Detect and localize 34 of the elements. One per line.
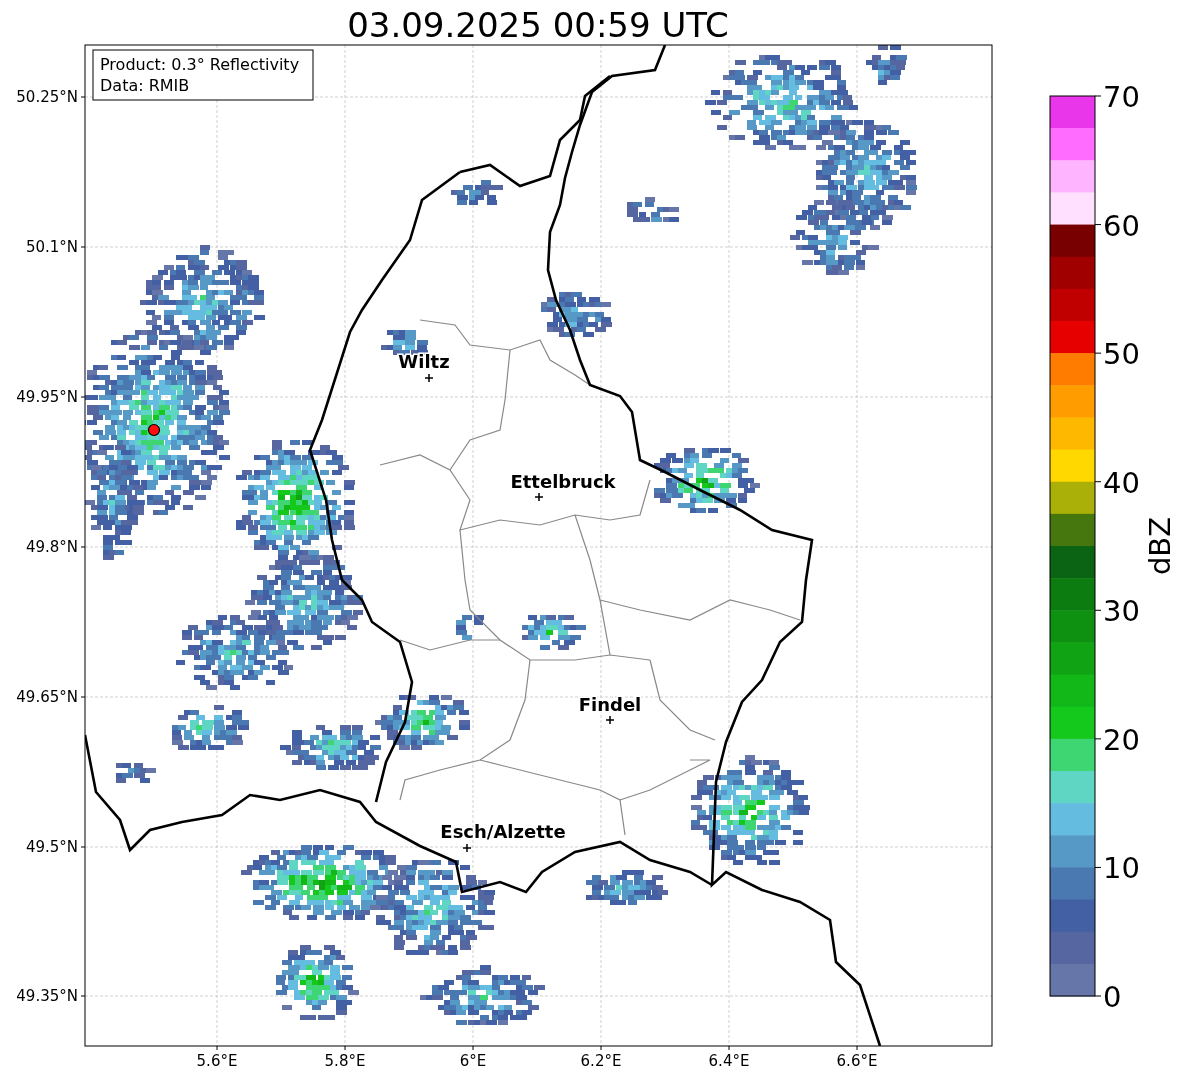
city-marker-icon [534,492,544,502]
axis-tick-label: 6°E [459,1052,487,1070]
info-text: Data: RMIB [100,76,190,95]
axis-tick-label: 49.5°N [25,838,78,856]
axis-tick-label: 49.95°N [16,388,78,406]
colorbar-tick-label: 70 [1103,80,1140,114]
city-label: Esch/Alzette [440,821,566,842]
city-marker-icon [424,373,434,383]
axis-tick-label: 50.1°N [25,238,78,256]
axis-tick-label: 5.8°E [324,1052,366,1070]
chart-title: 03.09.2025 00:59 UTC [347,5,729,45]
colorbar-tick-label: 20 [1103,722,1140,757]
axis-tick-label: 49.8°N [25,538,78,556]
colorbar-tick-label: 60 [1103,208,1140,243]
axis-tick-label: 6.6°E [836,1052,878,1070]
axis-tick-label: 6.2°E [580,1052,622,1070]
colorbar-tick-label: 10 [1103,851,1140,886]
city-label: Wiltz [398,351,450,372]
city-marker-icon [605,715,615,725]
axis-tick-label: 50.25°N [16,88,78,106]
axis-tick-label: 6.4°E [708,1052,750,1070]
colorbar-tick-label: 50 [1103,337,1140,372]
radar-site-icon [147,423,161,437]
city-marker-icon [462,843,472,853]
colorbar-tick-label: 40 [1103,465,1140,500]
city-label: Ettelbruck [510,471,616,492]
colorbar-tick-label: 0 [1103,980,1122,1014]
colorbar-tick-label: 30 [1103,594,1140,629]
info-text: Product: 0.3° Reflectivity [100,55,300,74]
axis-tick-label: 49.65°N [16,688,78,706]
colorbar-label: dBZ [1143,516,1177,576]
city-label: Findel [578,694,642,715]
axis-tick-label: 5.6°E [196,1052,238,1070]
axis-tick-label: 49.35°N [16,987,78,1005]
